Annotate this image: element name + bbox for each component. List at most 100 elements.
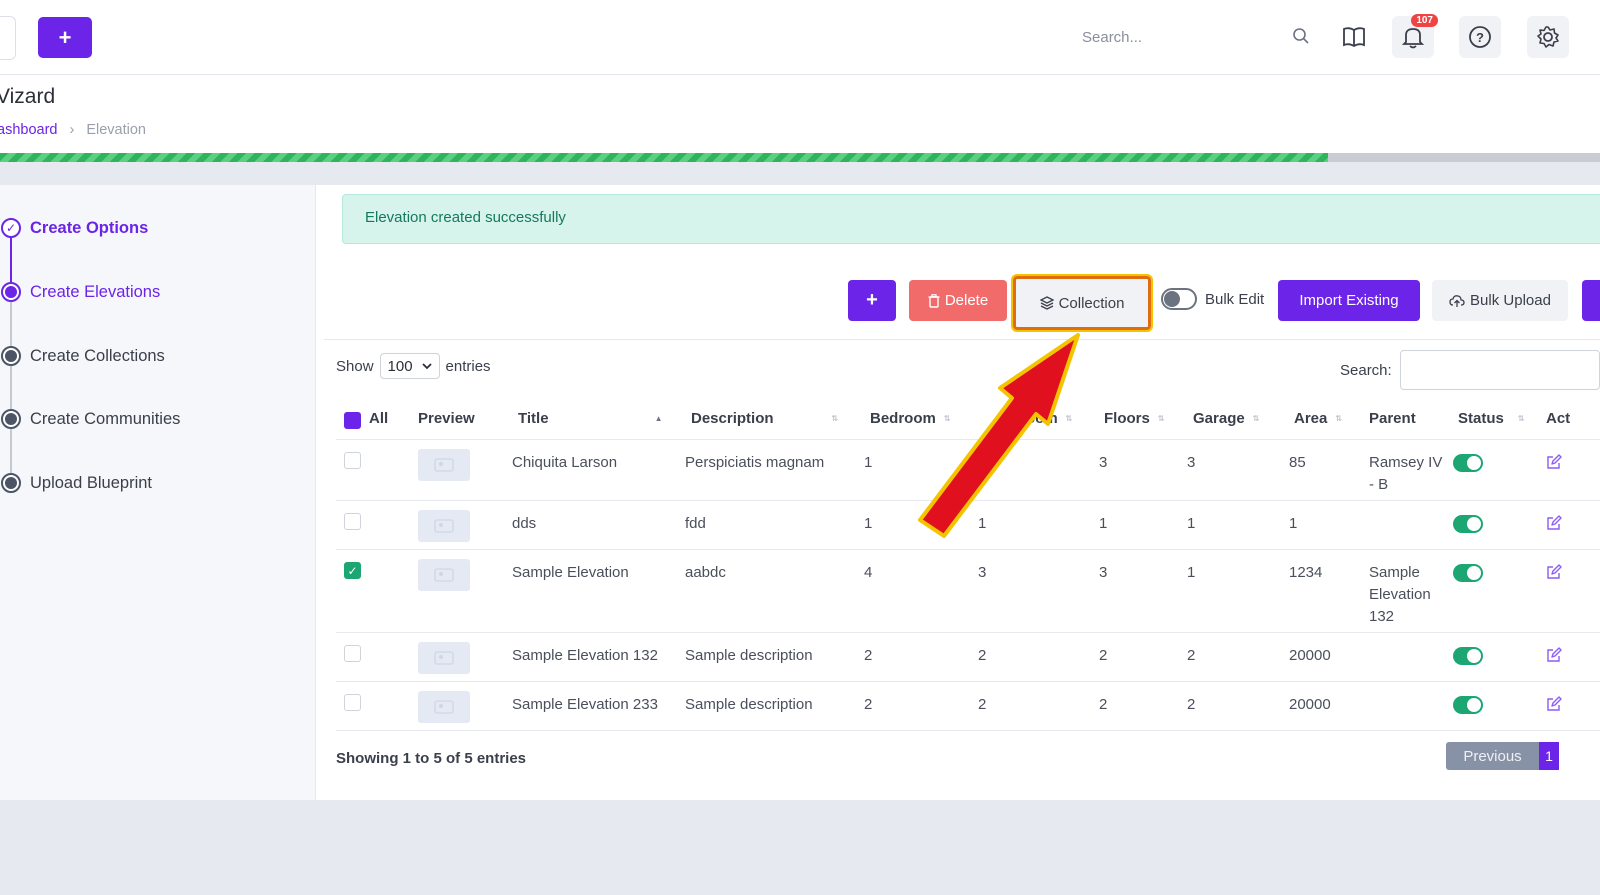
table-search-input[interactable] [1399, 350, 1600, 390]
cell-description: Sample description [685, 696, 813, 713]
edit-icon[interactable] [1546, 696, 1562, 712]
step-dot-icon [1, 282, 21, 302]
notification-badge: 107 [1411, 14, 1438, 27]
cell-description: aabdc [685, 564, 726, 581]
step-dot-icon [1, 473, 21, 493]
layers-icon [1039, 296, 1054, 310]
table-body: Chiquita Larson Perspiciatis magnam 1 5 3 3 85… [336, 440, 1600, 731]
sort-icon: ⇅ [1065, 413, 1073, 423]
sort-icon: ⇅ [831, 413, 839, 423]
edit-icon[interactable] [1546, 454, 1562, 470]
bulk-edit-switch[interactable] [1161, 288, 1197, 310]
cell-floors: 2 [1099, 647, 1108, 664]
gear-icon[interactable] [1527, 16, 1569, 58]
entries-label: entries [445, 357, 491, 375]
table-header: All Preview Title ▲ Description ⇅ Bedroom ⇅… [336, 403, 1600, 440]
step-dot-icon [1, 409, 21, 429]
row-checkbox[interactable] [344, 452, 361, 469]
preview-thumbnail[interactable] [418, 642, 470, 674]
table-search-label: Search: [1340, 361, 1392, 379]
step-label: Upload Blueprint [30, 473, 152, 492]
notifications-button[interactable]: 107 [1392, 14, 1438, 58]
status-toggle[interactable] [1453, 515, 1483, 533]
cell-title: Sample Elevation 233 [512, 696, 658, 713]
sort-icon: ⇅ [1335, 413, 1343, 423]
cell-area: 1234 [1289, 564, 1323, 581]
status-toggle[interactable] [1453, 647, 1483, 665]
cell-floors: 1 [1099, 515, 1108, 532]
quick-add-button[interactable]: + [38, 17, 92, 58]
preview-thumbnail[interactable] [418, 691, 470, 723]
preview-thumbnail[interactable] [418, 449, 470, 481]
global-search-input[interactable]: Search... [1082, 29, 1142, 46]
add-elevation-button[interactable]: + [848, 280, 896, 321]
delete-button-label: Delete [944, 292, 989, 309]
row-checkbox[interactable] [344, 645, 361, 662]
row-checkbox[interactable]: ✓ [344, 562, 361, 579]
cell-floors: 3 [1099, 564, 1108, 581]
col-garage[interactable]: Garage ⇅ [1193, 410, 1259, 427]
col-bedroom-label: Bedroom [870, 410, 936, 427]
page-1-button[interactable]: 1 [1539, 742, 1559, 770]
col-status[interactable]: Status ⇅ [1458, 410, 1525, 427]
col-area[interactable]: Area ⇅ [1294, 410, 1342, 427]
delete-button[interactable]: Delete [909, 280, 1007, 321]
preview-thumbnail[interactable] [418, 510, 470, 542]
step-dot-icon [1, 346, 21, 366]
col-bedroom[interactable]: Bedroom ⇅ [870, 410, 951, 427]
menu-toggle-button[interactable] [0, 16, 16, 60]
cell-title: Chiquita Larson [512, 454, 618, 471]
table-row: Sample Elevation 132 Sample description 2 2… [336, 633, 1600, 682]
col-preview: Preview [418, 410, 475, 427]
col-description-label: Description [691, 410, 774, 427]
row-checkbox[interactable] [344, 513, 361, 530]
import-existing-button[interactable]: Import Existing [1278, 280, 1420, 321]
col-bathroom[interactable]: throom ⇅ [1006, 410, 1072, 427]
sort-icon: ⇅ [1517, 413, 1525, 423]
cell-bathroom: 2 [978, 696, 987, 713]
page-size-control: Show 100 entries [336, 353, 491, 379]
col-bathroom-label: throom [1006, 410, 1058, 427]
collection-button-label: Collection [1058, 294, 1125, 312]
page-size-select[interactable]: 100 [379, 353, 440, 379]
cell-title: Sample Elevation [512, 564, 629, 581]
cell-description: Perspiciatis magnam [685, 454, 825, 471]
col-floors-label: Floors [1104, 410, 1150, 427]
select-all-checkbox[interactable] [344, 412, 361, 429]
more-actions-button[interactable] [1582, 280, 1600, 321]
preview-thumbnail[interactable] [418, 559, 470, 591]
bulk-edit-toggle[interactable]: Bulk Edit [1161, 288, 1264, 310]
row-checkbox[interactable] [344, 694, 361, 711]
elevations-table: All Preview Title ▲ Description ⇅ Bedroom ⇅… [336, 403, 1600, 731]
col-area-label: Area [1294, 410, 1328, 427]
edit-icon[interactable] [1546, 564, 1562, 580]
breadcrumb-dashboard-link[interactable]: ashboard [0, 122, 57, 138]
step-label: Create Elevations [30, 282, 161, 301]
cell-garage: 3 [1187, 454, 1196, 471]
cell-bedroom: 4 [864, 564, 873, 581]
col-floors[interactable]: Floors ⇅ [1104, 410, 1165, 427]
step-connector [10, 302, 12, 346]
global-search[interactable]: Search... [1082, 20, 1322, 54]
status-toggle[interactable] [1453, 564, 1483, 582]
col-status-label: Status [1458, 410, 1504, 427]
status-toggle[interactable] [1453, 696, 1483, 714]
image-placeholder-icon [434, 458, 454, 472]
check-icon: ✓ [1, 218, 21, 238]
col-title[interactable]: Title ▲ [518, 410, 663, 427]
col-description[interactable]: Description ⇅ [691, 410, 838, 427]
status-toggle[interactable] [1453, 454, 1483, 472]
previous-page-button[interactable]: Previous [1446, 742, 1539, 770]
search-icon[interactable] [1292, 27, 1310, 49]
bulk-upload-button[interactable]: Bulk Upload [1432, 280, 1568, 321]
table-row: dds fdd 1 1 1 1 1 [336, 501, 1600, 550]
edit-icon[interactable] [1546, 515, 1562, 531]
cell-bathroom: 3 [978, 564, 987, 581]
breadcrumb-current: Elevation [86, 122, 146, 138]
collection-button[interactable]: Collection [1011, 274, 1153, 332]
pagination: Previous 1 [1446, 742, 1559, 770]
edit-icon[interactable] [1546, 647, 1562, 663]
help-icon[interactable]: ? [1459, 16, 1501, 58]
book-icon[interactable] [1333, 16, 1375, 58]
table-row: ✓ Sample Elevation aabdc 4 3 3 1 1234 Sample Ele… [336, 550, 1600, 633]
